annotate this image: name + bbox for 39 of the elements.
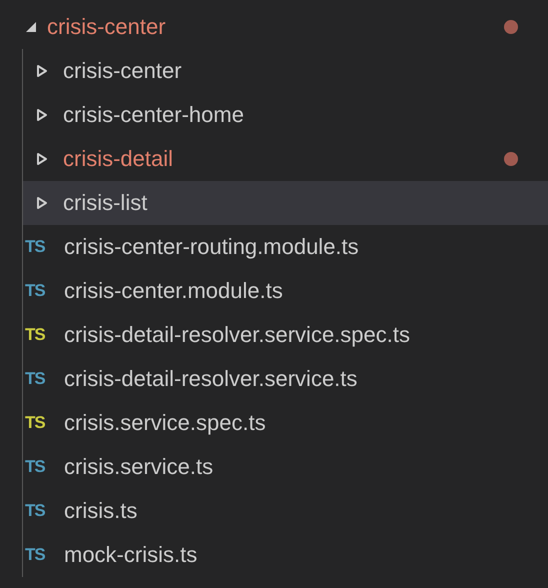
file-name: crisis.service.ts: [64, 454, 214, 480]
folder-name: crisis-detail: [63, 146, 174, 172]
collapsed-triangle-icon[interactable]: [35, 64, 49, 78]
file-name: crisis-detail-resolver.service.ts: [64, 366, 358, 392]
collapsed-triangle-icon[interactable]: [35, 196, 49, 210]
file-row[interactable]: TS crisis-detail-resolver.service.ts: [23, 357, 548, 401]
file-row[interactable]: TS mock-crisis.ts: [23, 533, 548, 577]
folder-name: crisis-center: [47, 14, 167, 40]
file-name: crisis-center.module.ts: [64, 278, 284, 304]
collapsed-triangle-icon[interactable]: [35, 152, 49, 166]
folder-row[interactable]: crisis-center: [0, 5, 548, 49]
folder-row[interactable]: crisis-detail: [23, 137, 548, 181]
typescript-icon: TS: [25, 413, 51, 433]
folder-row[interactable]: crisis-list: [23, 181, 548, 225]
file-row[interactable]: TS crisis.service.ts: [23, 445, 548, 489]
folder-name: crisis-center: [63, 58, 183, 84]
collapsed-triangle-icon[interactable]: [35, 108, 49, 122]
typescript-icon: TS: [25, 281, 51, 301]
file-name: mock-crisis.ts: [64, 542, 198, 568]
typescript-icon: TS: [25, 237, 51, 257]
file-row[interactable]: TS crisis.ts: [23, 489, 548, 533]
typescript-icon: TS: [25, 457, 51, 477]
file-row[interactable]: TS crisis-center.module.ts: [23, 269, 548, 313]
file-name: crisis-detail-resolver.service.spec.ts: [64, 322, 411, 348]
file-row[interactable]: TS crisis-detail-resolver.service.spec.ts: [23, 313, 548, 357]
typescript-icon: TS: [25, 369, 51, 389]
folder-row[interactable]: crisis-center: [23, 49, 548, 93]
typescript-icon: TS: [25, 545, 51, 565]
folder-name: crisis-list: [63, 190, 148, 216]
file-row[interactable]: TS crisis-center-routing.module.ts: [23, 225, 548, 269]
typescript-icon: TS: [25, 325, 51, 345]
expanded-triangle-icon[interactable]: [24, 20, 38, 34]
file-name: crisis-center-routing.module.ts: [64, 234, 360, 260]
file-name: crisis.ts: [64, 498, 138, 524]
folder-row[interactable]: crisis-center-home: [23, 93, 548, 137]
typescript-icon: TS: [25, 501, 51, 521]
folder-name: crisis-center-home: [63, 102, 245, 128]
file-name: crisis.service.spec.ts: [64, 410, 267, 436]
file-row[interactable]: TS crisis.service.spec.ts: [23, 401, 548, 445]
